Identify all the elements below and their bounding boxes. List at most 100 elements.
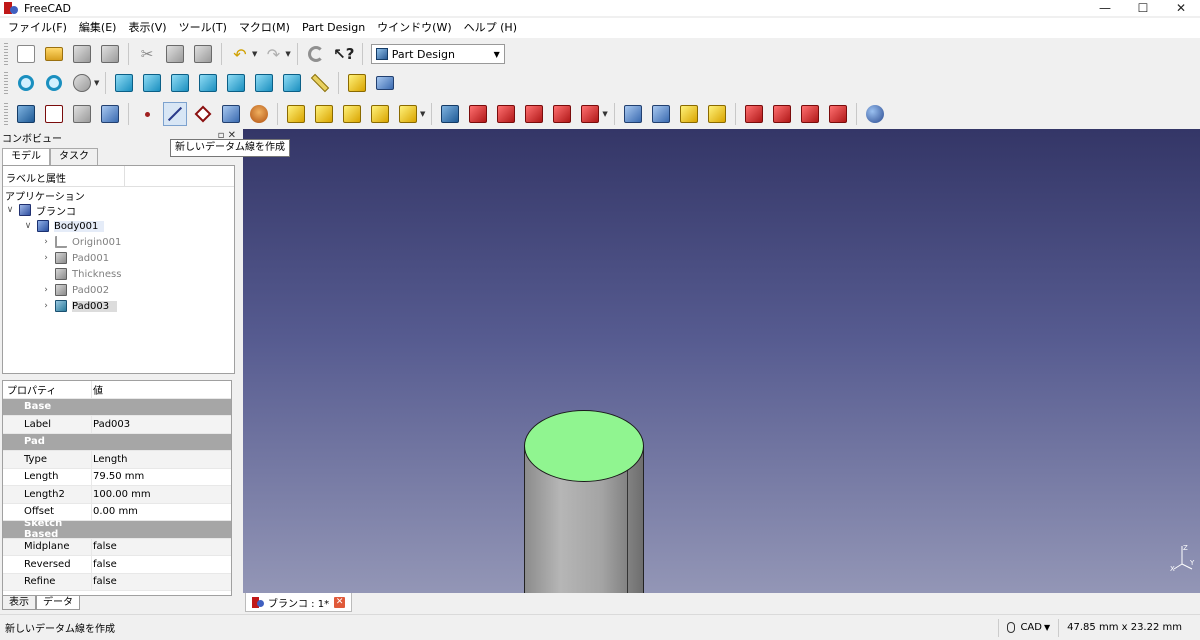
datum-line-button[interactable]	[163, 102, 187, 126]
toolbar-grip[interactable]	[4, 103, 8, 125]
property-group-sketch-based[interactable]: Sketch Based	[3, 518, 231, 540]
property-row-label[interactable]: Label Pad003	[3, 416, 231, 434]
view-rear-button[interactable]	[224, 71, 248, 95]
workbench-selector[interactable]: Part Design ▼	[370, 44, 505, 64]
linear-pattern-button[interactable]	[649, 102, 673, 126]
thickness-button[interactable]	[826, 102, 850, 126]
create-body-button[interactable]	[14, 102, 38, 126]
menu-file[interactable]: ファイル(F)	[2, 18, 73, 38]
additive-primitive-dropdown-icon[interactable]: ▼	[420, 110, 425, 118]
create-sketch-button[interactable]	[42, 102, 66, 126]
open-button[interactable]	[42, 42, 66, 66]
chevron-right-icon[interactable]: ›	[41, 285, 51, 295]
draw-style-button[interactable]	[70, 71, 94, 95]
redo-button[interactable]: ↷	[261, 42, 285, 66]
draft-button[interactable]	[798, 102, 822, 126]
tab-tasks[interactable]: タスク	[50, 148, 98, 165]
loft-button[interactable]	[340, 102, 364, 126]
draw-style-dropdown-icon[interactable]: ▼	[94, 79, 99, 87]
toolbar-grip[interactable]	[4, 43, 8, 65]
model-tree[interactable]: ラベルと属性 アプリケーション ∨ ブランコ ∨ Body001 › Origi…	[2, 165, 235, 374]
menu-window[interactable]: ウインドウ(W)	[371, 18, 457, 38]
property-row-type[interactable]: Type Length	[3, 451, 231, 469]
menu-tools[interactable]: ツール(T)	[173, 18, 233, 38]
property-value[interactable]: 0.00 mm	[89, 506, 138, 517]
tab-model[interactable]: モデル	[2, 148, 50, 165]
property-value[interactable]: false	[89, 541, 117, 552]
tree-item-pad003[interactable]: › Pad003	[41, 298, 118, 314]
fit-all-button[interactable]	[14, 71, 38, 95]
pad-button[interactable]	[284, 102, 308, 126]
document-tab[interactable]: ブランコ : 1* ✕	[245, 593, 353, 612]
undo-dropdown-icon[interactable]: ▼	[252, 50, 257, 58]
chevron-right-icon[interactable]: ›	[41, 253, 51, 263]
tab-data-properties[interactable]: データ	[36, 596, 80, 610]
fillet-button[interactable]	[742, 102, 766, 126]
menu-part-design[interactable]: Part Design	[296, 18, 371, 38]
property-row-midplane[interactable]: Midplane false	[3, 538, 231, 556]
datum-point-button[interactable]	[135, 102, 159, 126]
chevron-right-icon[interactable]: ›	[41, 301, 51, 311]
property-value[interactable]: 79.50 mm	[89, 471, 144, 482]
property-value[interactable]: Pad003	[89, 419, 130, 430]
clone-button[interactable]	[247, 102, 271, 126]
menu-edit[interactable]: 編集(E)	[73, 18, 123, 38]
property-row-refine[interactable]: Refine false	[3, 573, 231, 591]
property-view[interactable]: プロパティ 値 Base Label Pad003 Pad Type Length …	[2, 380, 232, 596]
view-isometric-button[interactable]	[112, 71, 136, 95]
property-value[interactable]: false	[89, 559, 117, 570]
view-bottom-button[interactable]	[252, 71, 276, 95]
mirrored-button[interactable]	[621, 102, 645, 126]
chamfer-button[interactable]	[770, 102, 794, 126]
view-top-button[interactable]	[168, 71, 192, 95]
pocket-button[interactable]	[438, 102, 462, 126]
save-button[interactable]	[70, 42, 94, 66]
polar-pattern-button[interactable]	[677, 102, 701, 126]
revolution-button[interactable]	[312, 102, 336, 126]
3d-viewport[interactable]: Z X Y	[243, 129, 1200, 593]
paste-button[interactable]	[191, 42, 215, 66]
tab-view-properties[interactable]: 表示	[2, 596, 36, 610]
column-divider[interactable]	[124, 166, 125, 187]
tree-item-pad002[interactable]: › Pad002	[41, 282, 109, 298]
property-group-base[interactable]: Base	[3, 398, 231, 416]
undo-button[interactable]: ↶	[228, 42, 252, 66]
property-row-length[interactable]: Length 79.50 mm	[3, 468, 231, 486]
property-group-pad[interactable]: Pad	[3, 433, 231, 451]
view-right-button[interactable]	[196, 71, 220, 95]
groove-button[interactable]	[494, 102, 518, 126]
property-value[interactable]: false	[89, 576, 117, 587]
shape-binder-button[interactable]	[98, 102, 122, 126]
validate-sketch-button[interactable]	[70, 102, 94, 126]
local-coordinate-system-button[interactable]	[219, 102, 243, 126]
close-button[interactable]: ✕	[1162, 0, 1200, 16]
datum-plane-button[interactable]	[191, 102, 215, 126]
toolbar-grip[interactable]	[4, 72, 8, 94]
pipe-button[interactable]	[368, 102, 392, 126]
hole-button[interactable]	[466, 102, 490, 126]
chevron-right-icon[interactable]: ›	[41, 237, 51, 247]
maximize-button[interactable]: ☐	[1124, 0, 1162, 16]
refresh-button[interactable]	[304, 42, 328, 66]
property-row-reversed[interactable]: Reversed false	[3, 556, 231, 574]
minimize-button[interactable]: —	[1086, 0, 1124, 16]
redo-dropdown-icon[interactable]: ▼	[285, 50, 290, 58]
subtractive-primitive-dropdown-icon[interactable]: ▼	[602, 110, 607, 118]
measure-distance-button[interactable]	[308, 71, 332, 95]
tree-item-thickness[interactable]: Thickness	[41, 266, 121, 282]
fit-selection-button[interactable]	[42, 71, 66, 95]
close-icon[interactable]: ✕	[334, 596, 346, 608]
menu-view[interactable]: 表示(V)	[122, 18, 172, 38]
whats-this-button[interactable]: ↖?	[332, 42, 356, 66]
tree-item-pad001[interactable]: › Pad001	[41, 250, 109, 266]
create-part-button[interactable]	[345, 71, 369, 95]
tree-item-document[interactable]: ∨ ブランコ	[5, 202, 76, 218]
menu-help[interactable]: ヘルプ (H)	[458, 18, 523, 38]
view-front-button[interactable]	[140, 71, 164, 95]
property-value[interactable]: Length	[89, 454, 128, 465]
property-row-length2[interactable]: Length2 100.00 mm	[3, 486, 231, 504]
copy-button[interactable]	[163, 42, 187, 66]
subtractive-loft-button[interactable]	[522, 102, 546, 126]
menu-macro[interactable]: マクロ(M)	[233, 18, 296, 38]
create-group-button[interactable]	[373, 71, 397, 95]
